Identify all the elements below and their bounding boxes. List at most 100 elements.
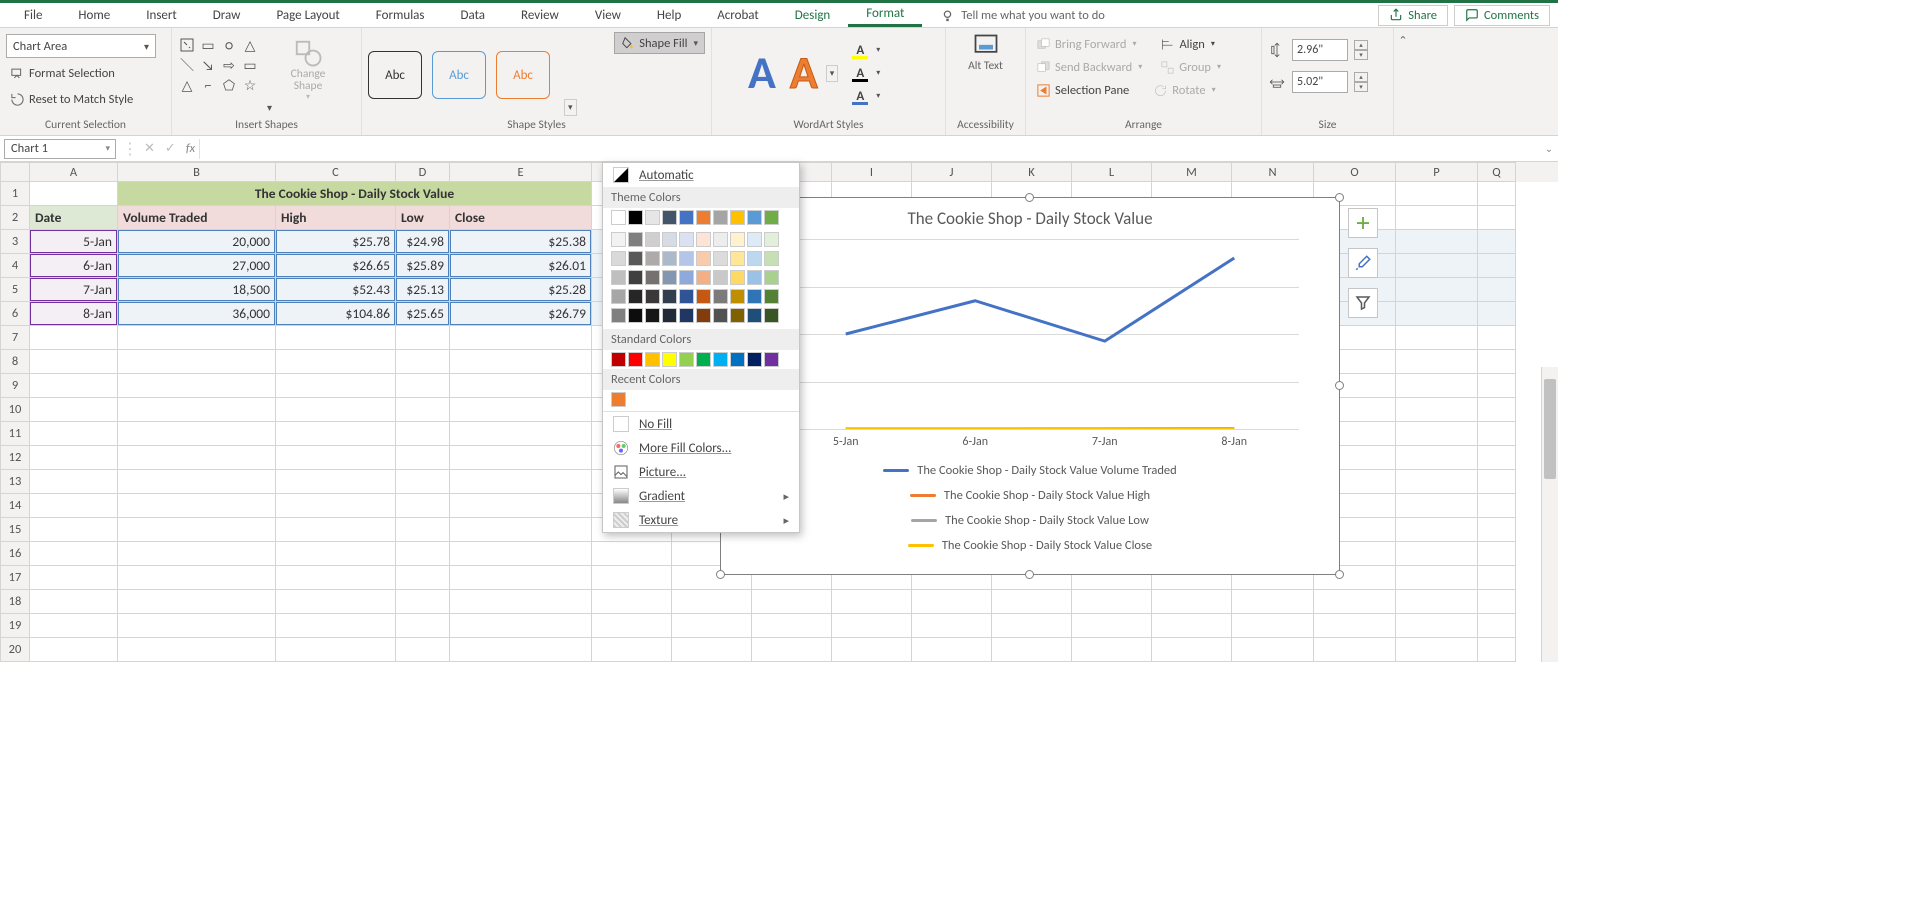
ribbon-tab-data[interactable]: Data	[443, 5, 504, 26]
cell[interactable]	[276, 350, 396, 374]
cell[interactable]: Date	[30, 206, 118, 230]
cell[interactable]	[992, 590, 1072, 614]
color-swatch[interactable]	[662, 210, 677, 225]
row-header[interactable]: 15	[0, 518, 30, 542]
cell[interactable]	[592, 638, 672, 662]
color-swatch[interactable]	[662, 232, 677, 247]
wordart-gallery[interactable]: A A	[718, 45, 818, 101]
cell[interactable]	[396, 422, 450, 446]
column-header[interactable]: I	[832, 162, 912, 182]
rotate-button[interactable]: Rotate▾	[1149, 79, 1219, 101]
cell[interactable]	[396, 518, 450, 542]
color-swatch[interactable]	[713, 232, 728, 247]
text-effects-button[interactable]: A	[846, 85, 884, 107]
cell[interactable]	[1396, 422, 1478, 446]
color-swatch[interactable]	[747, 270, 762, 285]
resize-handle[interactable]	[1335, 570, 1344, 579]
bring-forward-button[interactable]: Bring Forward▾	[1032, 33, 1140, 55]
cell[interactable]	[1314, 590, 1396, 614]
cell[interactable]: The Cookie Shop - Daily Stock Value	[118, 182, 592, 206]
cell[interactable]: 20,000	[118, 230, 276, 254]
cell[interactable]	[276, 614, 396, 638]
cell[interactable]	[1478, 302, 1516, 326]
cell[interactable]	[30, 374, 118, 398]
cell[interactable]	[118, 638, 276, 662]
color-swatch[interactable]	[730, 308, 745, 323]
row-header[interactable]: 4	[0, 254, 30, 278]
cell[interactable]	[1396, 614, 1478, 638]
cell[interactable]	[1478, 326, 1516, 350]
chart-filter-button[interactable]	[1348, 288, 1378, 318]
cell[interactable]	[832, 638, 912, 662]
formula-bar[interactable]	[199, 139, 1540, 159]
cell[interactable]	[1478, 350, 1516, 374]
color-swatch[interactable]	[611, 251, 626, 266]
cell[interactable]	[1396, 350, 1478, 374]
color-swatch[interactable]	[730, 289, 745, 304]
cell[interactable]	[1314, 638, 1396, 662]
cell[interactable]: 8-Jan	[30, 302, 118, 326]
ribbon-tab-design[interactable]: Design	[777, 5, 848, 26]
cell[interactable]	[1478, 566, 1516, 590]
cell[interactable]	[1478, 230, 1516, 254]
cell[interactable]	[1396, 398, 1478, 422]
color-swatch[interactable]	[764, 210, 779, 225]
row-header[interactable]: 19	[0, 614, 30, 638]
cell[interactable]	[276, 566, 396, 590]
row-header[interactable]: 7	[0, 326, 30, 350]
cell[interactable]	[30, 614, 118, 638]
cell[interactable]	[912, 638, 992, 662]
cell[interactable]	[1232, 614, 1314, 638]
cell[interactable]	[1232, 590, 1314, 614]
cell[interactable]	[276, 398, 396, 422]
color-swatch[interactable]	[662, 289, 677, 304]
cell[interactable]: 18,500	[118, 278, 276, 302]
cell[interactable]	[1478, 590, 1516, 614]
cell[interactable]	[276, 518, 396, 542]
color-swatch[interactable]	[662, 251, 677, 266]
cell[interactable]	[450, 638, 592, 662]
cell[interactable]	[118, 446, 276, 470]
row-header[interactable]: 6	[0, 302, 30, 326]
send-backward-button[interactable]: Send Backward▾	[1032, 56, 1146, 78]
cell[interactable]	[1478, 638, 1516, 662]
color-swatch[interactable]	[679, 352, 694, 367]
insert-function-button[interactable]: fx	[186, 141, 195, 156]
row-header[interactable]: 14	[0, 494, 30, 518]
cell[interactable]	[1478, 374, 1516, 398]
cell[interactable]	[1396, 470, 1478, 494]
shape-height-control[interactable]: 2.96" ▴▾	[1268, 38, 1368, 62]
cell[interactable]	[1478, 494, 1516, 518]
cell[interactable]	[592, 542, 672, 566]
resize-handle[interactable]	[1025, 193, 1034, 202]
legend-item[interactable]: The Cookie Shop - Daily Stock Value Volu…	[883, 463, 1176, 478]
column-header[interactable]: P	[1396, 162, 1478, 182]
cell[interactable]	[118, 542, 276, 566]
ribbon-tab-home[interactable]: Home	[60, 5, 128, 26]
cell[interactable]	[1396, 638, 1478, 662]
cell[interactable]	[276, 470, 396, 494]
color-swatch[interactable]	[679, 308, 694, 323]
cell[interactable]	[1072, 638, 1152, 662]
cell[interactable]	[30, 590, 118, 614]
cell[interactable]: 5-Jan	[30, 230, 118, 254]
color-swatch[interactable]	[645, 352, 660, 367]
cell[interactable]	[118, 470, 276, 494]
cell[interactable]	[832, 614, 912, 638]
color-swatch[interactable]	[611, 270, 626, 285]
color-swatch[interactable]	[611, 392, 626, 407]
cell[interactable]	[118, 374, 276, 398]
cell[interactable]	[1478, 422, 1516, 446]
cell[interactable]	[752, 590, 832, 614]
cell[interactable]	[1396, 230, 1478, 254]
resize-handle[interactable]	[716, 570, 725, 579]
row-header[interactable]: 1	[0, 182, 30, 206]
color-swatch[interactable]	[696, 232, 711, 247]
column-header[interactable]: D	[396, 162, 450, 182]
cell[interactable]	[1396, 278, 1478, 302]
fill-automatic[interactable]: Automatic	[603, 163, 799, 187]
cell[interactable]: $26.65	[276, 254, 396, 278]
cell[interactable]	[450, 494, 592, 518]
cell[interactable]	[276, 542, 396, 566]
cell[interactable]	[1478, 470, 1516, 494]
